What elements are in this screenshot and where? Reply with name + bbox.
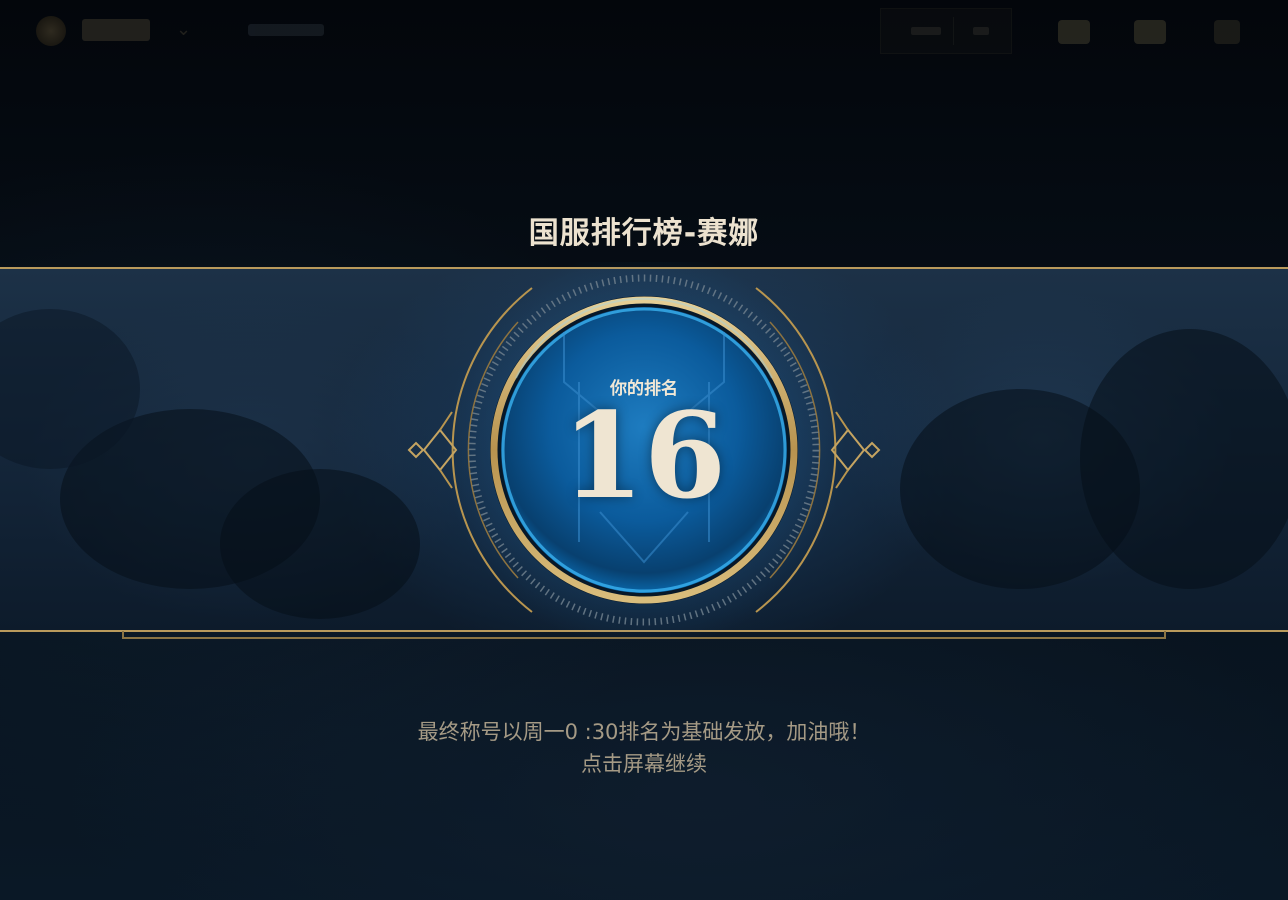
settings-icon [1214, 20, 1240, 44]
top-action-divider [953, 17, 954, 45]
shop-icon [1134, 20, 1166, 44]
title-award-notice: 最终称号以周一0 :30排名为基础发放，加油哦！ [417, 720, 871, 744]
subtitle-placeholder [248, 24, 324, 36]
leaderboard-title: 国服排行榜-赛娜 [528, 216, 760, 251]
app-logo-icon [36, 16, 66, 46]
top-action-group [880, 8, 1012, 54]
mail-icon [1058, 20, 1090, 44]
top-action-b [973, 27, 989, 35]
scenery-shape [1080, 329, 1288, 589]
rank-result-screen[interactable]: ⌄ 44559706 国服排行榜-赛娜 [0, 0, 1288, 900]
tap-to-continue-hint[interactable]: 点击屏幕继续 [0, 748, 1288, 778]
top-action-a [911, 27, 941, 35]
scenery-shape [220, 469, 420, 619]
rank-number: 16 [561, 386, 727, 525]
app-title-placeholder [82, 19, 150, 41]
dimmed-top-bar: ⌄ [0, 0, 1288, 64]
chevron-down-icon: ⌄ [176, 19, 192, 40]
